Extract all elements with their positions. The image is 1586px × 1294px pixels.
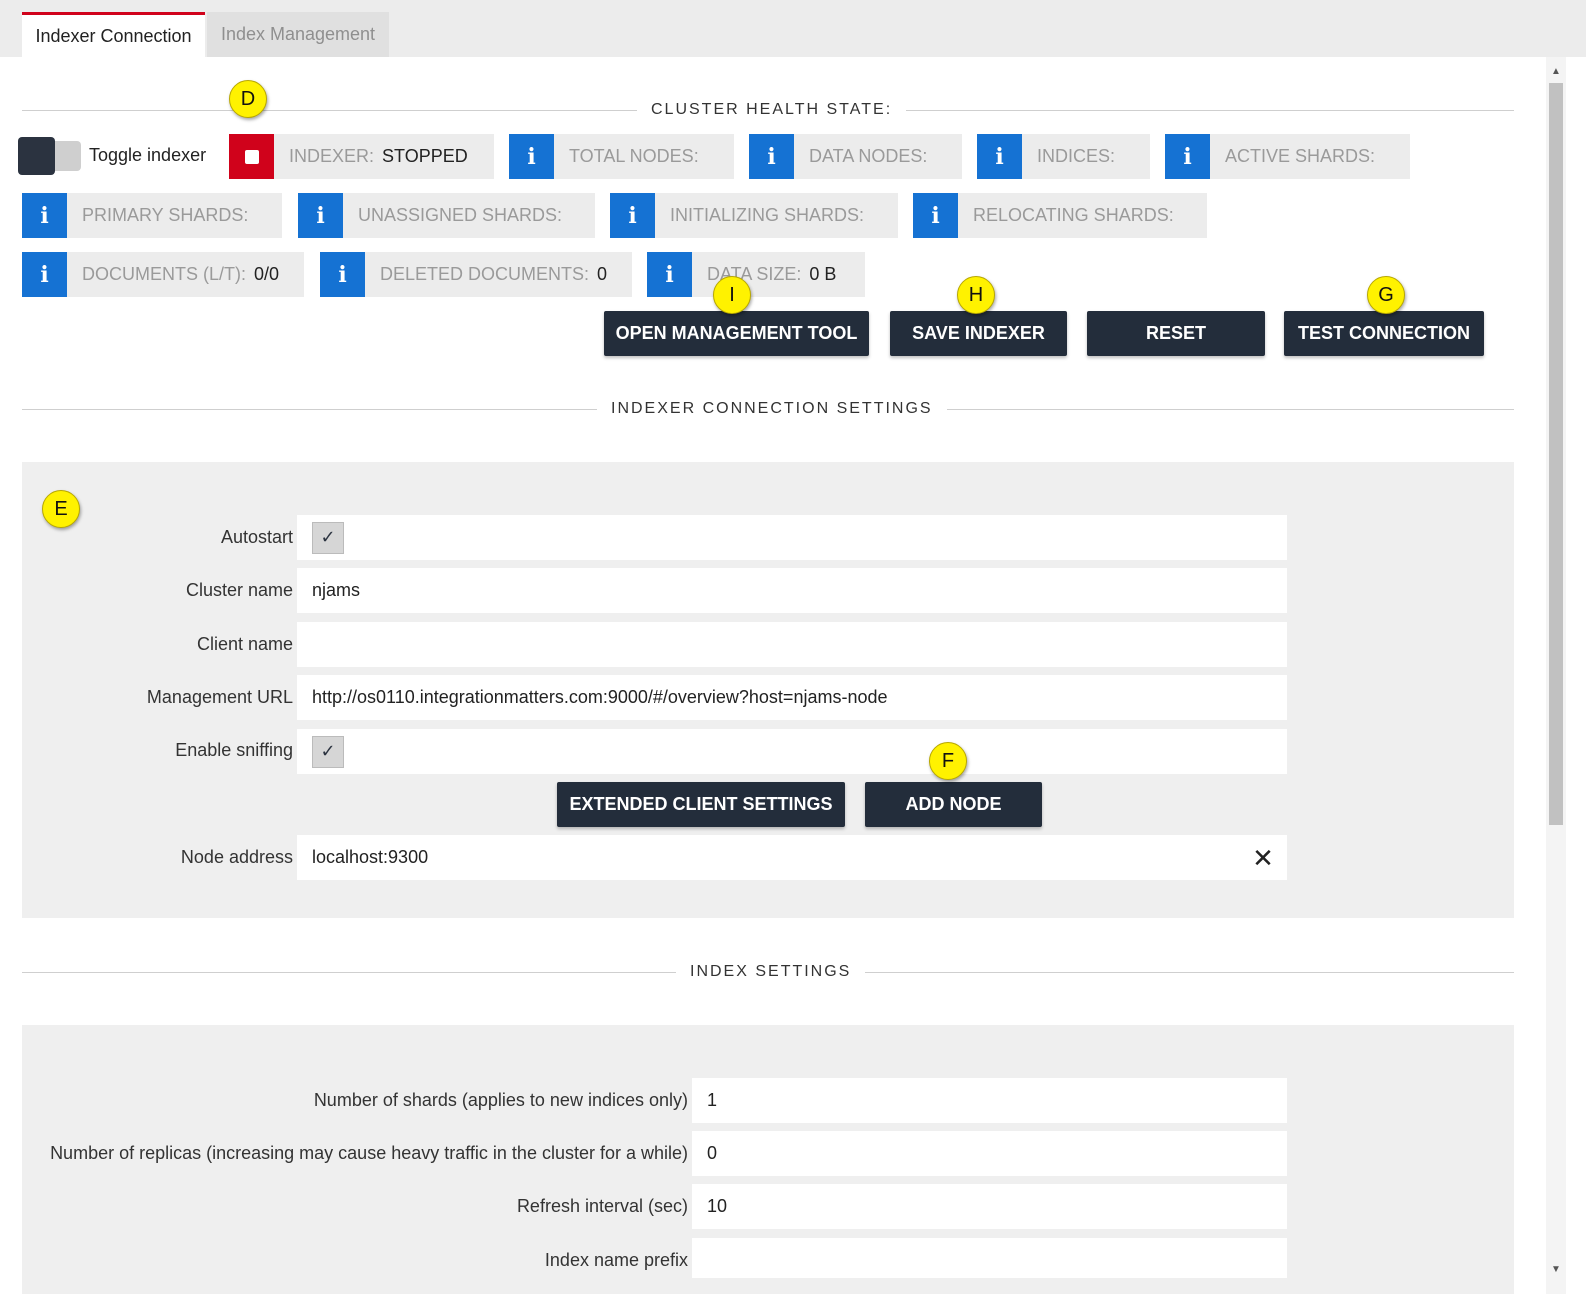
stat-initializing-shards: i INITIALIZING SHARDS: (610, 193, 898, 238)
node-address-label: Node address (180, 847, 293, 867)
annotation-marker-d: D (229, 80, 267, 118)
management-url-input[interactable]: http://os0110.integrationmatters.com:900… (297, 675, 1287, 720)
annotation-marker-e: E (42, 490, 80, 528)
stat-label: INITIALIZING SHARDS: (670, 205, 865, 225)
info-icon: i (977, 134, 1022, 179)
stat-primary-shards: i PRIMARY SHARDS: (22, 193, 282, 238)
enable-sniffing-checkbox[interactable]: ✓ (312, 735, 344, 768)
check-icon: ✓ (320, 527, 336, 547)
refresh-interval-label: Refresh interval (sec) (516, 1196, 688, 1216)
stat-value: 0 (597, 264, 608, 284)
stat-label: ACTIVE SHARDS: (1225, 146, 1376, 166)
tab-indexer-connection[interactable]: Indexer Connection (22, 12, 205, 57)
info-icon: i (22, 193, 67, 238)
stat-value: 0/0 (254, 264, 280, 284)
info-icon: i (509, 134, 554, 179)
open-management-tool-button[interactable]: OPEN MANAGEMENT TOOL (604, 311, 869, 356)
annotation-marker-f: F (929, 742, 967, 780)
test-connection-button[interactable]: TEST CONNECTION (1284, 311, 1484, 356)
tab-index-management[interactable]: Index Management (207, 12, 389, 57)
stop-icon[interactable] (229, 134, 274, 179)
management-url-label: Management URL (146, 687, 293, 707)
client-name-label: Client name (196, 634, 293, 654)
info-icon: i (913, 193, 958, 238)
autostart-row: ✓ (297, 515, 1287, 560)
add-node-button[interactable]: ADD NODE (865, 782, 1042, 827)
save-indexer-button[interactable]: SAVE INDEXER (890, 311, 1067, 356)
toggle-indexer-knob[interactable] (18, 137, 55, 175)
section-title-cluster-health: CLUSTER HEALTH STATE: (637, 100, 907, 120)
stat-label: DOCUMENTS (L/T): (82, 264, 246, 284)
stat-value: 0 B (809, 264, 837, 284)
index-prefix-input[interactable] (692, 1238, 1287, 1278)
info-icon: i (298, 193, 343, 238)
refresh-interval-input[interactable]: 10 (692, 1184, 1287, 1229)
stat-label: DELETED DOCUMENTS: (380, 264, 590, 284)
replicas-label: Number of replicas (increasing may cause… (50, 1143, 688, 1163)
stat-label: PRIMARY SHARDS: (82, 205, 249, 225)
info-icon: i (320, 252, 365, 297)
stat-relocating-shards: i RELOCATING SHARDS: (913, 193, 1207, 238)
info-icon: i (647, 252, 692, 297)
shards-label: Number of shards (applies to new indices… (313, 1090, 688, 1110)
info-icon: i (22, 252, 67, 297)
scroll-up-arrow-icon[interactable]: ▲ (1546, 60, 1566, 82)
annotation-marker-h: H (957, 276, 995, 314)
stat-active-shards: i ACTIVE SHARDS: (1165, 134, 1410, 179)
annotation-marker-g: G (1367, 276, 1405, 314)
stat-deleted-documents: i DELETED DOCUMENTS: 0 (320, 252, 632, 297)
toggle-indexer-label: Toggle indexer (89, 145, 207, 165)
scrollbar-thumb[interactable] (1549, 83, 1563, 825)
shards-input[interactable]: 1 (692, 1078, 1287, 1123)
stat-data-size: i DATA SIZE: 0 B (647, 252, 865, 297)
info-icon: i (1165, 134, 1210, 179)
annotation-marker-i: I (713, 276, 751, 314)
stat-total-nodes: i TOTAL NODES: (509, 134, 734, 179)
replicas-input[interactable]: 0 (692, 1131, 1287, 1176)
info-icon: i (749, 134, 794, 179)
enable-sniffing-label: Enable sniffing (175, 740, 293, 760)
autostart-label: Autostart (220, 527, 293, 547)
stat-value: STOPPED (382, 146, 468, 166)
reset-button[interactable]: RESET (1087, 311, 1265, 356)
stat-label: INDICES: (1037, 146, 1116, 166)
check-icon: ✓ (320, 741, 336, 761)
scroll-down-arrow-icon[interactable]: ▼ (1546, 1258, 1566, 1280)
stat-unassigned-shards: i UNASSIGNED SHARDS: (298, 193, 595, 238)
autostart-checkbox[interactable]: ✓ (312, 521, 344, 554)
cluster-name-label: Cluster name (185, 580, 293, 600)
stat-data-nodes: i DATA NODES: (749, 134, 962, 179)
stat-label: UNASSIGNED SHARDS: (358, 205, 563, 225)
stat-indexer-state: INDEXER: STOPPED (229, 134, 494, 179)
index-prefix-label: Index name prefix (544, 1250, 688, 1270)
client-name-input[interactable] (297, 622, 1287, 667)
stat-indices: i INDICES: (977, 134, 1150, 179)
enable-sniffing-row: ✓ (297, 729, 1287, 774)
stat-documents: i DOCUMENTS (L/T): 0/0 (22, 252, 304, 297)
section-title-connection-settings: INDEXER CONNECTION SETTINGS (597, 399, 947, 419)
extended-client-settings-button[interactable]: EXTENDED CLIENT SETTINGS (557, 782, 845, 827)
node-address-input[interactable]: localhost:9300 (297, 835, 1287, 880)
stat-label: RELOCATING SHARDS: (973, 205, 1174, 225)
stat-label: DATA NODES: (809, 146, 928, 166)
cluster-name-input[interactable]: njams (297, 568, 1287, 613)
stat-label: INDEXER: (289, 146, 375, 166)
section-title-index-settings: INDEX SETTINGS (676, 962, 866, 982)
info-icon: i (610, 193, 655, 238)
stat-label: TOTAL NODES: (569, 146, 699, 166)
close-icon[interactable]: ✕ (1248, 843, 1278, 873)
